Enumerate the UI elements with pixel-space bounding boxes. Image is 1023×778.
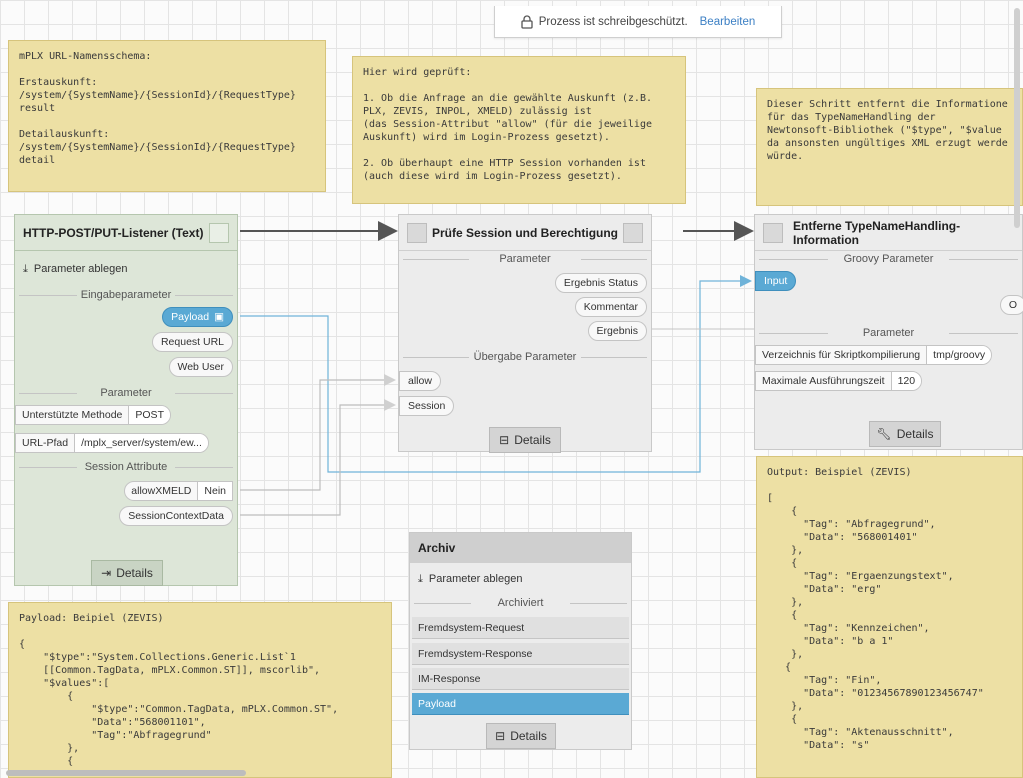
listener-details-button[interactable]: ⇥ Details — [91, 560, 163, 586]
listener-node[interactable]: HTTP-POST/PUT-Listener (Text) ⤓ Paramete… — [14, 214, 238, 586]
archive-icon: ▣ — [214, 311, 224, 323]
note-check-info: Hier wird geprüft: 1. Ob die Anfrage an … — [352, 56, 686, 204]
session-link — [240, 404, 388, 516]
section-remove-params: Parameter — [755, 327, 1022, 339]
edit-link[interactable]: Bearbeiten — [700, 16, 756, 28]
archiv-row-request[interactable]: Fremdsystem-Request — [412, 617, 629, 639]
section-session-attrs: Session Attribute — [15, 461, 237, 473]
input-allow[interactable]: allow — [399, 371, 441, 391]
remove-title: Entferne TypeNameHandling-Information — [793, 218, 961, 247]
vertical-scrollbar[interactable] — [1014, 8, 1020, 228]
note-output-example: Output: Beispiel (ZEVIS) [ { "Tag": "Abf… — [756, 456, 1023, 778]
check-node[interactable]: Prüfe Session und Berechtigung Parameter… — [398, 214, 652, 453]
listener-title: HTTP-POST/PUT-Listener (Text) — [23, 225, 204, 240]
archiv-details-button[interactable]: ⊟ Details — [486, 723, 556, 749]
check-head-box-left[interactable] — [407, 222, 427, 243]
download-icon: ⤓ — [23, 262, 28, 275]
input-arrow-head — [740, 275, 752, 287]
check-head-box-right[interactable] — [623, 222, 643, 243]
archive-icon: ⊟ — [499, 433, 510, 447]
archiv-row-response[interactable]: Fremdsystem-Response — [412, 643, 629, 665]
check-title: Prüfe Session und Berechtigung — [431, 225, 619, 240]
output-result[interactable]: Ergebnis — [587, 321, 647, 341]
enter-icon: ⇥ — [101, 566, 112, 580]
input-session[interactable]: Session — [399, 396, 455, 416]
note-typename-info: Dieser Schritt entfernt die Informatione… — [756, 88, 1023, 206]
param-max-time[interactable]: Maximale Ausführungszeit 120 — [755, 371, 923, 391]
lock-icon — [521, 14, 533, 29]
remove-details-button[interactable]: 🔧︎ Details — [869, 421, 941, 447]
remove-node[interactable]: Entferne TypeNameHandling-Information Gr… — [754, 214, 1023, 450]
readonly-banner: Prozess ist schreibgeschützt. Bearbeiten — [494, 6, 782, 38]
horizontal-scrollbar[interactable] — [6, 770, 246, 776]
check-details-button[interactable]: ⊟ Details — [489, 427, 561, 453]
download-icon: ⤓ — [418, 572, 423, 585]
archiv-node[interactable]: Archiv ⤓ Parameter ablegen Archiviert Fr… — [409, 532, 632, 750]
param-payload[interactable]: Payload ▣ — [162, 307, 233, 327]
archiv-row-im-response[interactable]: IM-Response — [412, 668, 629, 690]
wrench-icon: 🔧︎ — [876, 427, 892, 441]
param-session-context[interactable]: SessionContextData — [119, 506, 233, 526]
note-payload-example: Payload: Beipiel (ZEVIS) { "$type":"Syst… — [8, 602, 392, 778]
param-allow-xmeld[interactable]: allowXMELD Nein — [124, 481, 233, 501]
archiv-action-label: Parameter ablegen — [428, 573, 523, 585]
archiv-store-params[interactable]: ⤓ Parameter ablegen — [410, 569, 522, 589]
section-params: Parameter — [15, 387, 237, 399]
section-archived: Archiviert — [410, 597, 631, 609]
archiv-row-payload[interactable]: Payload — [412, 693, 629, 715]
section-groovy-params: Groovy Parameter — [755, 253, 1022, 265]
param-request-url[interactable]: Request URL — [151, 332, 233, 352]
param-url-path[interactable]: URL-Pfad /mplx_server/system/ew... — [15, 433, 209, 453]
listener-head-box[interactable] — [209, 222, 229, 243]
section-check-params: Parameter — [399, 253, 651, 265]
param-method[interactable]: Unterstützte Methode POST — [15, 405, 171, 425]
output-comment[interactable]: Kommentar — [574, 297, 647, 317]
output-result-status[interactable]: Ergebnis Status — [554, 273, 647, 293]
output-o[interactable]: O — [999, 295, 1023, 315]
section-input-params: Eingabeparameter — [15, 289, 237, 301]
note-url-schema: mPLX URL-Namensschema: Erstauskunft: /sy… — [8, 40, 326, 192]
input-input[interactable]: Input — [755, 271, 797, 291]
param-script-dir[interactable]: Verzeichnis für Skriptkompilierung tmp/g… — [755, 345, 993, 365]
listener-action-label: Parameter ablegen — [33, 263, 128, 275]
section-transfer-params: Übergabe Parameter — [399, 351, 651, 363]
remove-head-box[interactable] — [763, 222, 783, 243]
readonly-text: Prozess ist schreibgeschützt. — [538, 15, 688, 28]
archive-icon: ⊟ — [495, 729, 506, 743]
param-web-user[interactable]: Web User — [168, 357, 233, 377]
listener-store-params[interactable]: ⤓ Parameter ablegen — [15, 259, 127, 279]
allow-link — [240, 379, 388, 491]
archiv-title: Archiv — [418, 540, 456, 555]
